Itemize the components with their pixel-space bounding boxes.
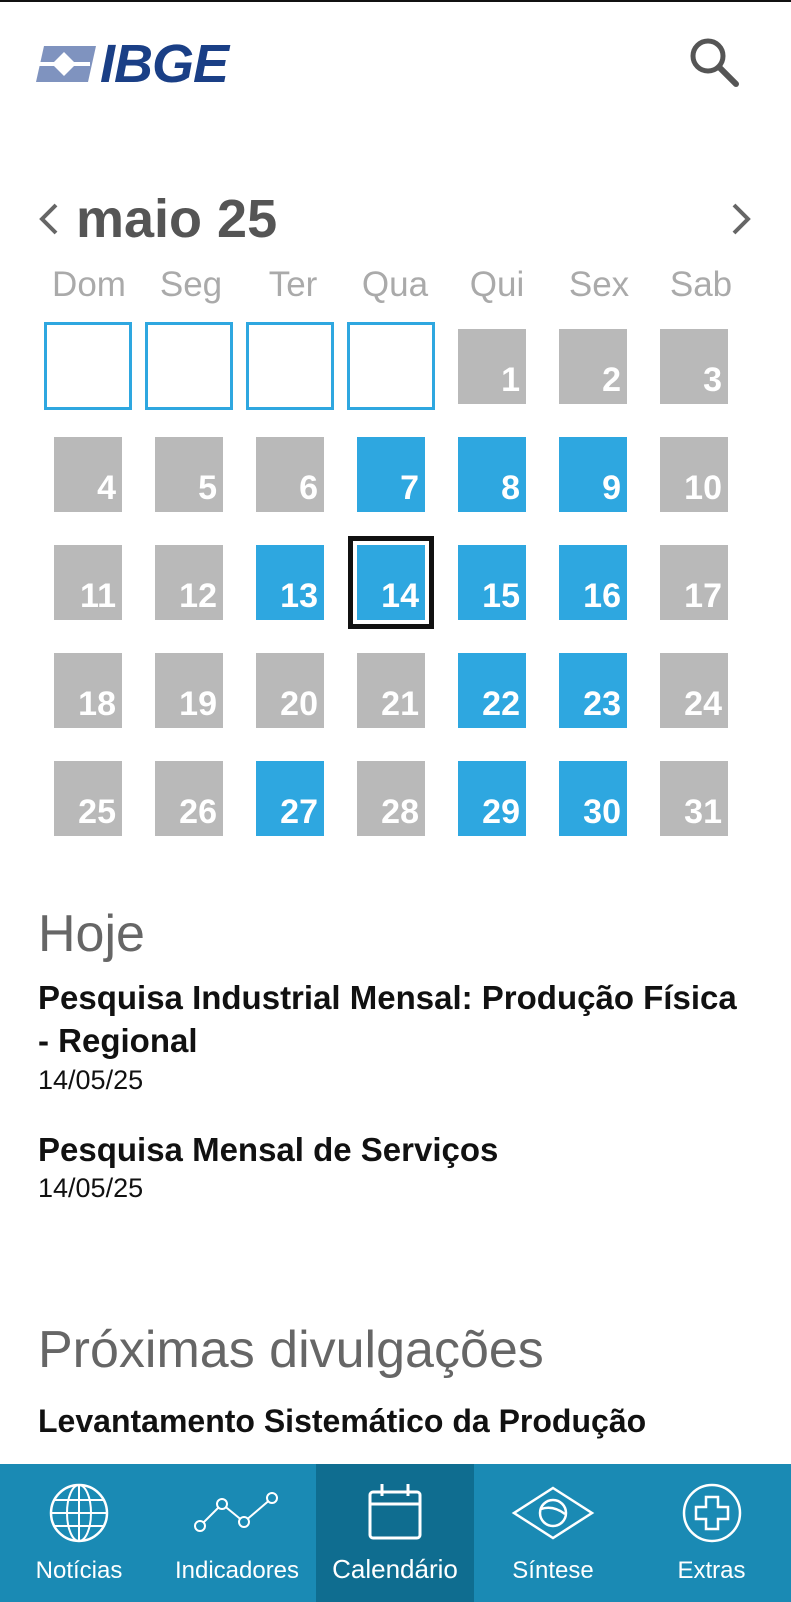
calendar-grid: 1 2 3 4 5 6 7 8 9 10 11 12 13 14 15 16 17 18 19 20 21 22 23 24 2…: [0, 2, 791, 882]
nav-sintese[interactable]: Síntese: [474, 1464, 632, 1602]
nav-noticias[interactable]: Notícias: [0, 1464, 158, 1602]
calendar-day[interactable]: 26: [155, 761, 223, 836]
release-title[interactable]: Levantamento Sistemático da Produção: [38, 1400, 748, 1443]
release-date: 14/05/25: [38, 1065, 144, 1095]
globe-icon: [49, 1483, 109, 1543]
calendar-day[interactable]: 23: [559, 653, 627, 728]
calendar-day[interactable]: 29: [458, 761, 526, 836]
bottom-navigation: Notícias Indicadores Calendário Síntese: [0, 1464, 791, 1602]
calendar-day[interactable]: 18: [54, 653, 122, 728]
calendar-day[interactable]: 24: [660, 653, 728, 728]
calendar-day[interactable]: 5: [155, 437, 223, 512]
nav-label: Extras: [677, 1557, 746, 1584]
nav-label: Síntese: [512, 1557, 594, 1584]
nav-extras[interactable]: Extras: [632, 1464, 791, 1602]
calendar-day[interactable]: 1: [458, 329, 526, 404]
empty-day-cell[interactable]: [347, 322, 435, 410]
release-title[interactable]: Pesquisa Mensal de Serviços: [38, 1128, 748, 1171]
nav-calendario[interactable]: Calendário: [316, 1464, 474, 1602]
calendar-day[interactable]: 13: [256, 545, 324, 620]
nav-label: Calendário: [332, 1554, 458, 1584]
calendar-day[interactable]: 6: [256, 437, 324, 512]
calendar-day[interactable]: 27: [256, 761, 324, 836]
brazil-flag-icon: [511, 1486, 595, 1540]
calendar-day[interactable]: 30: [559, 761, 627, 836]
calendar-day[interactable]: 28: [357, 761, 425, 836]
plus-circle-icon: [682, 1483, 741, 1543]
line-chart-icon: [194, 1492, 278, 1532]
calendar-day[interactable]: 20: [256, 653, 324, 728]
calendar-day[interactable]: 25: [54, 761, 122, 836]
calendar-day[interactable]: 2: [559, 329, 627, 404]
nav-label: Notícias: [35, 1557, 123, 1584]
calendar-day-today[interactable]: 14: [348, 536, 434, 629]
empty-day-cell[interactable]: [246, 322, 334, 410]
release-title[interactable]: Pesquisa Industrial Mensal: Produção Fís…: [38, 976, 748, 1062]
nav-indicadores[interactable]: Indicadores: [158, 1464, 316, 1602]
calendar-day[interactable]: 9: [559, 437, 627, 512]
empty-day-cell[interactable]: [44, 322, 132, 410]
calendar-day[interactable]: 12: [155, 545, 223, 620]
calendar-day[interactable]: 11: [54, 545, 122, 620]
empty-day-cell[interactable]: [145, 322, 233, 410]
calendar-day[interactable]: 4: [54, 437, 122, 512]
release-date: 14/05/25: [38, 1173, 144, 1203]
calendar-day[interactable]: 15: [458, 545, 526, 620]
calendar-day[interactable]: 17: [660, 545, 728, 620]
calendar-day[interactable]: 3: [660, 329, 728, 404]
today-section-title: Hoje: [38, 905, 145, 963]
calendar-day[interactable]: 22: [458, 653, 526, 728]
calendar-day[interactable]: 16: [559, 545, 627, 620]
calendar-day[interactable]: 31: [660, 761, 728, 836]
calendar-day[interactable]: 21: [357, 653, 425, 728]
calendar-day[interactable]: 8: [458, 437, 526, 512]
calendar-day[interactable]: 10: [660, 437, 728, 512]
calendar-day[interactable]: 19: [155, 653, 223, 728]
calendar-icon: [368, 1484, 422, 1540]
calendar-day[interactable]: 7: [357, 437, 425, 512]
nav-label: Indicadores: [174, 1557, 300, 1584]
upcoming-section-title: Próximas divulgações: [38, 1321, 544, 1379]
